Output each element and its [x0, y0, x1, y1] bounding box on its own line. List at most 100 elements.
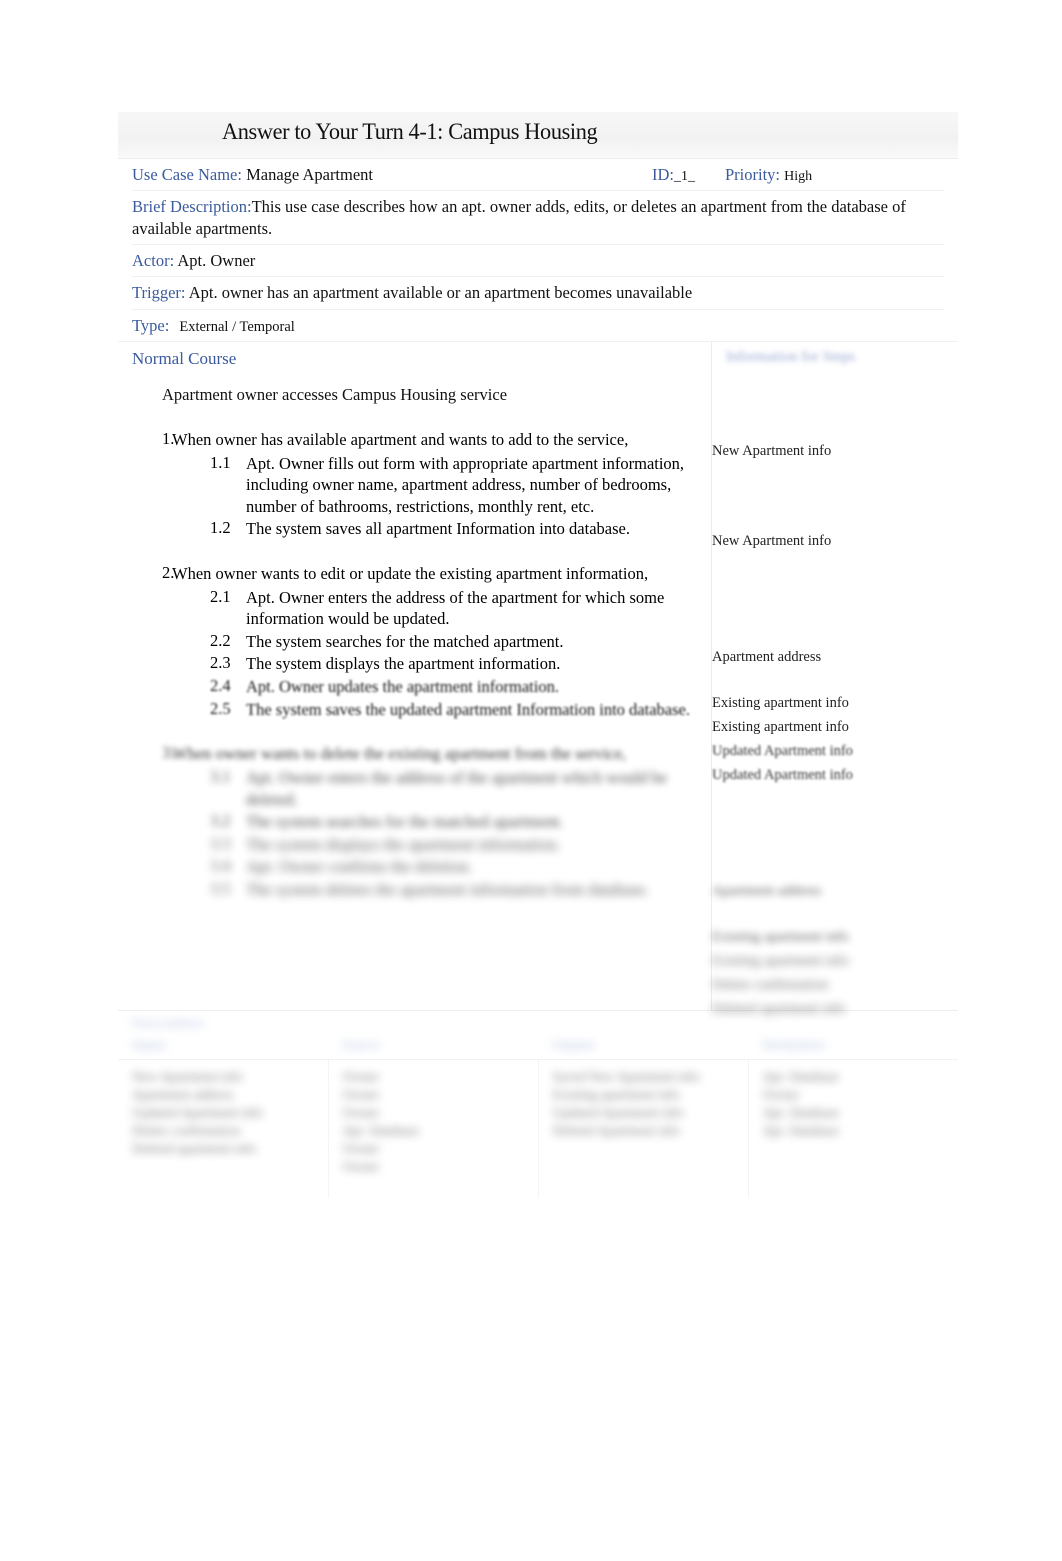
- actor-label: Actor:: [132, 251, 175, 271]
- substep-item: 1.1 Apt. Owner fills out form with approp…: [132, 453, 701, 518]
- cell-line: New Apartment info: [132, 1068, 243, 1084]
- substep-text: Apt. Owner enters the address of the apa…: [246, 767, 668, 809]
- substep-number: 2.4: [210, 676, 231, 696]
- substep-text: The system saves all apartment Informati…: [246, 519, 630, 539]
- cell-line: Apt. Database: [762, 1105, 839, 1121]
- substep-text: The system searches for the matched apar…: [246, 631, 564, 651]
- substep-text: The system searches for the matched apar…: [246, 812, 564, 832]
- information-for-steps-label: Information for Steps: [726, 348, 856, 365]
- substep-item: 3.2 The system searches for the matched a…: [132, 811, 701, 833]
- step-info-item: Existing apartment info: [712, 952, 849, 969]
- substep-item: 3.1 Apt. Owner enters the address of the …: [132, 767, 701, 810]
- substep-item: 3.4 Apt. Owner confirms the deletion.: [132, 856, 701, 878]
- use-case-name-row: Use Case Name: Manage Apartment ID:_1_ P…: [132, 159, 944, 192]
- substep-number: 2.5: [210, 698, 231, 718]
- postcondition-label: Postcondition: [132, 1014, 204, 1030]
- step-info-item: Existing apartment info: [712, 694, 849, 711]
- substep-text: Apt. Owner confirms the deletion.: [246, 857, 473, 877]
- io-table-body: New Apartment info Apartment address Updat…: [118, 1059, 958, 1198]
- cell-line: Apt. Database: [342, 1123, 419, 1139]
- substep-text: The system saves the updated apartment I…: [246, 699, 690, 719]
- substep-item: 2.4 Apt. Owner updates the apartment info…: [132, 676, 701, 698]
- substep-number: 3.1: [210, 766, 231, 786]
- step-item: 1. When owner has available apartment and…: [132, 429, 701, 451]
- steps-list: 1. When owner has available apartment and…: [132, 429, 701, 901]
- cell-line: Updated Apartment info: [552, 1105, 684, 1121]
- step-info-item: New Apartment info: [712, 532, 832, 549]
- use-case-name-value: Manage Apartment: [246, 165, 374, 184]
- cell-line: Owner: [762, 1087, 800, 1103]
- step-text: When owner wants to edit or update the e…: [172, 564, 649, 584]
- cell-line: Owner: [342, 1105, 380, 1121]
- cell-line: Owner: [342, 1141, 380, 1157]
- substep-number: 3.2: [210, 811, 231, 831]
- cell-line: Owner: [342, 1087, 380, 1103]
- substep-number: 2.2: [210, 630, 231, 650]
- substep-text: Apt. Owner updates the apartment informa…: [246, 677, 559, 697]
- cell-line: Apt. Database: [762, 1068, 839, 1084]
- use-case-id: ID:_1_: [652, 164, 695, 187]
- normal-course-label: Normal Course: [132, 348, 237, 368]
- cell-outputs: Saved New Apartment info Existing apartme…: [538, 1059, 749, 1198]
- substep-number: 1.2: [210, 518, 231, 538]
- substep-text: The system deletes the apartment informa…: [246, 879, 650, 899]
- use-case-header: Use Case Name: Manage Apartment ID:_1_ P…: [118, 159, 958, 341]
- substep-number: 2.3: [210, 653, 231, 673]
- substep-number: 3.3: [210, 833, 231, 853]
- step-info-item: Updated Apartment info: [712, 766, 853, 783]
- step-item: 3. When owner wants to delete the existin…: [132, 743, 701, 765]
- type-value: External / Temporal: [179, 318, 295, 335]
- substep-number: 3.4: [210, 856, 231, 876]
- trigger-row: Trigger: Apt. owner has an apartment ava…: [132, 277, 944, 310]
- step-info-item: Existing apartment info: [712, 928, 849, 945]
- step-item: 2. When owner wants to edit or update the…: [132, 563, 701, 585]
- substep-item: 2.2 The system searches for the matched a…: [132, 631, 701, 653]
- column-header-inputs: Inputs: [118, 1032, 328, 1060]
- substep-number: 1.1: [210, 452, 231, 472]
- substep-text: Apt. Owner enters the address of the apa…: [246, 587, 665, 629]
- cell-line: Owner: [342, 1159, 380, 1175]
- brief-description-row: Brief Description:This use case describe…: [132, 191, 944, 246]
- substep-number: 3.5: [210, 878, 231, 898]
- priority-label: Priority:: [725, 165, 781, 184]
- cell-line: Deleted Apartment info: [552, 1123, 680, 1139]
- id-label: ID:: [652, 165, 674, 184]
- page-title: Answer to Your Turn 4-1: Campus Housing: [222, 119, 598, 145]
- substep-item: 2.5 The system saves the updated apartmen…: [132, 699, 701, 721]
- information-for-steps-column: Information for Steps New Apartment info…: [712, 342, 958, 1017]
- step-info-item: Apartment address: [712, 882, 822, 899]
- use-case-name-label: Use Case Name:: [132, 165, 242, 184]
- step-info-item: Delete confirmation: [712, 976, 829, 993]
- cell-line: Apartment address: [132, 1087, 234, 1103]
- normal-course-section: Normal Course Apartment owner accesses C…: [118, 340, 958, 1017]
- column-header-outputs: Outputs: [538, 1032, 748, 1060]
- substep-text: Apt. Owner fills out form with appropria…: [246, 453, 685, 516]
- step-number: 3.: [162, 743, 175, 763]
- substep-item: 2.1 Apt. Owner enters the address of the …: [132, 587, 701, 630]
- use-case-document: Answer to Your Turn 4-1: Campus Housing …: [118, 112, 958, 1198]
- substep-number: 2.1: [210, 586, 231, 606]
- document-title-band: Answer to Your Turn 4-1: Campus Housing: [118, 112, 958, 159]
- step-info-item: Existing apartment info: [712, 718, 849, 735]
- normal-course-intro: Apartment owner accesses Campus Housing …: [162, 384, 508, 404]
- priority-value: High: [784, 169, 813, 184]
- cell-line: Saved New Apartment info: [552, 1068, 700, 1084]
- cell-line: Existing apartment info: [552, 1087, 680, 1103]
- type-row: Type: External / Temporal: [132, 310, 944, 341]
- substep-text: The system displays the apartment inform…: [246, 834, 561, 854]
- trigger-label: Trigger:: [132, 283, 186, 303]
- substep-item: 2.3 The system displays the apartment inf…: [132, 653, 701, 675]
- cell-line: Updated Apartment info: [132, 1105, 264, 1121]
- postcondition-section: Postcondition Inputs Source Outputs Dest…: [118, 1009, 958, 1198]
- table-row: New Apartment info Apartment address Updat…: [118, 1059, 958, 1198]
- column-header-source: Source: [328, 1032, 538, 1060]
- step-info-item: Updated Apartment info: [712, 742, 853, 759]
- cell-line: Owner: [342, 1068, 380, 1084]
- brief-description-label: Brief Description:: [132, 197, 252, 217]
- substep-item: 3.3 The system displays the apartment inf…: [132, 834, 701, 856]
- substep-text: The system displays the apartment inform…: [246, 654, 561, 674]
- normal-course-steps-column: Normal Course Apartment owner accesses C…: [118, 341, 712, 1010]
- step-gap: [132, 541, 701, 563]
- step-info-item: New Apartment info: [712, 442, 832, 459]
- id-value: _1_: [674, 169, 695, 184]
